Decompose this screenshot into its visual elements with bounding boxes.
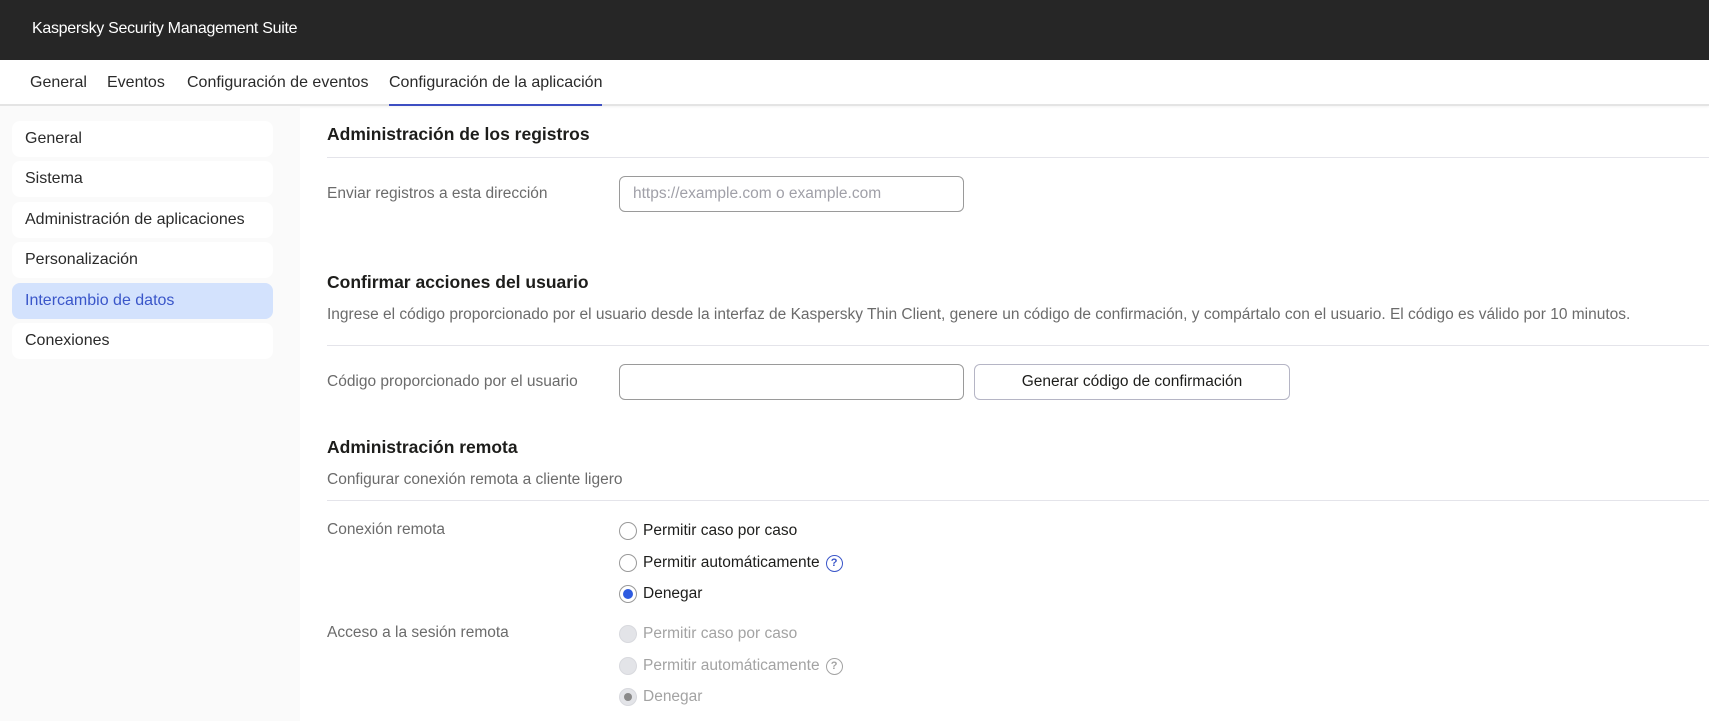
sidebar-item-intercambio-datos[interactable]: Intercambio de datos — [12, 283, 273, 319]
radio-connection-case-by-case[interactable]: Permitir caso por caso — [619, 520, 797, 542]
remote-description: Configurar conexión remota a cliente lig… — [327, 471, 623, 488]
radio-label: Permitir automáticamente — [643, 554, 820, 571]
radio-circle — [619, 625, 637, 643]
tab-bar: General Eventos Configuración de eventos… — [0, 60, 1709, 106]
logs-address-label: Enviar registros a esta dirección — [327, 185, 548, 202]
generate-code-button[interactable]: Generar código de confirmación — [974, 364, 1290, 400]
confirm-description: Ingrese el código proporcionado por el u… — [327, 306, 1631, 323]
sidebar-item-general[interactable]: General — [12, 121, 273, 157]
radio-label: Denegar — [643, 688, 703, 705]
divider — [327, 157, 1709, 158]
radio-circle-selected[interactable] — [619, 585, 637, 603]
section-title-confirm: Confirmar acciones del usuario — [327, 272, 589, 292]
app-header: Kaspersky Security Management Suite — [0, 0, 1709, 60]
section-title-logs: Administración de los registros — [327, 124, 590, 144]
tab-general[interactable]: General — [30, 74, 87, 106]
sidebar: General Sistema Administración de aplica… — [0, 106, 300, 721]
radio-label: Permitir caso por caso — [643, 625, 798, 642]
tab-eventos[interactable]: Eventos — [107, 74, 165, 106]
sidebar-item-conexiones[interactable]: Conexiones — [12, 323, 273, 359]
divider — [327, 345, 1709, 346]
app-title: Kaspersky Security Management Suite — [32, 20, 298, 37]
help-icon[interactable]: ? — [825, 657, 843, 675]
radio-connection-deny[interactable]: Denegar — [619, 583, 702, 605]
sidebar-item-personalizacion[interactable]: Personalización — [12, 242, 273, 278]
radio-connection-automatic[interactable]: Permitir automáticamente? — [619, 552, 843, 574]
sidebar-item-sistema[interactable]: Sistema — [12, 161, 273, 197]
tab-configuracion-eventos[interactable]: Configuración de eventos — [187, 74, 368, 106]
sidebar-item-administracion-aplicaciones[interactable]: Administración de aplicaciones — [12, 202, 273, 238]
section-title-remote: Administración remota — [327, 437, 518, 457]
radio-circle-selected — [619, 688, 637, 706]
remote-session-label: Acceso a la sesión remota — [327, 624, 509, 641]
radio-circle — [619, 657, 637, 675]
radio-session-deny: Denegar — [619, 686, 702, 708]
radio-label: Permitir automáticamente — [643, 657, 820, 674]
radio-label: Denegar — [643, 585, 703, 602]
radio-circle[interactable] — [619, 522, 637, 540]
tab-configuracion-aplicacion[interactable]: Configuración de la aplicación — [389, 74, 603, 106]
radio-circle[interactable] — [619, 554, 637, 572]
radio-session-case-by-case: Permitir caso por caso — [619, 623, 797, 645]
logs-address-input[interactable] — [619, 176, 964, 212]
remote-connection-label: Conexión remota — [327, 521, 446, 538]
user-code-input[interactable] — [619, 364, 964, 400]
radio-session-automatic: Permitir automáticamente? — [619, 655, 843, 677]
help-icon[interactable]: ? — [825, 554, 843, 572]
divider — [327, 500, 1709, 501]
radio-label: Permitir caso por caso — [643, 522, 798, 539]
user-code-label: Código proporcionado por el usuario — [327, 373, 578, 390]
